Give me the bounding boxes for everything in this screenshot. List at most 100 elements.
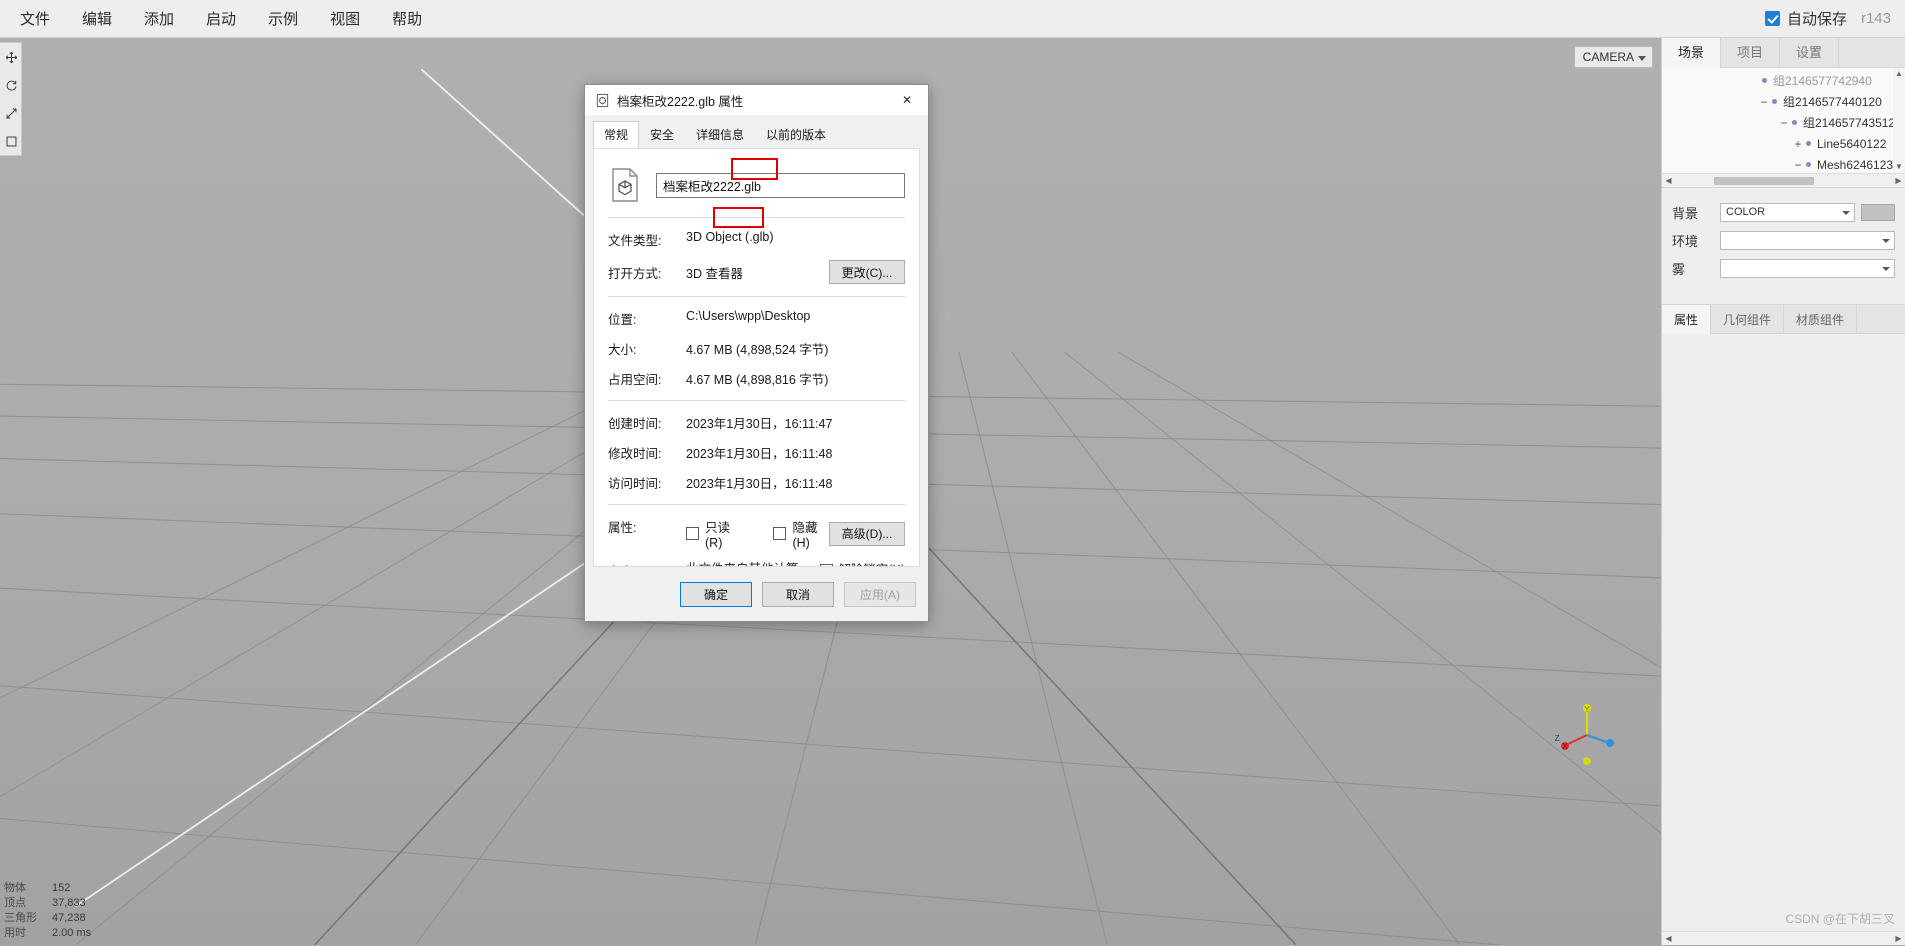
divider (608, 504, 905, 505)
gizmo-axis-z-label: Z (1555, 734, 1560, 743)
hidden-checkbox[interactable] (773, 527, 787, 540)
close-icon[interactable]: ✕ (886, 85, 928, 115)
tab-general[interactable]: 常规 (593, 121, 640, 148)
camera-select-value: CAMERA (1582, 50, 1634, 64)
file-properties-dialog[interactable]: 档案柜改2222.glb 属性 ✕ 常规 安全 详细信息 以前的版本 档案柜改2… (584, 84, 929, 622)
menu-item-play[interactable]: 启动 (190, 2, 252, 35)
menu-item-examples[interactable]: 示例 (252, 2, 314, 35)
file-name-input[interactable]: 档案柜改2222.glb (656, 172, 905, 198)
tab-object-properties[interactable]: 属性 (1662, 305, 1712, 335)
size-value: 4.67 MB (4,898,524 字节) (686, 343, 829, 357)
version-label: r143 (1860, 10, 1891, 27)
dialog-title-bar[interactable]: 档案柜改2222.glb 属性 ✕ (585, 85, 928, 115)
node-dot-icon (1762, 78, 1767, 83)
environment-select[interactable] (1720, 230, 1895, 250)
object-panel-content (1662, 334, 1905, 931)
tree-node-label: 组2146577440120 (1783, 95, 1882, 109)
scroll-up-icon[interactable]: ▲ (1895, 68, 1903, 80)
scroll-right-icon[interactable]: ▶ (1892, 176, 1905, 185)
box-select-tool-icon[interactable] (0, 127, 22, 155)
opens-with-value: 3D 查看器 (686, 266, 743, 281)
unblock-label: 解除锁定(K) (838, 562, 905, 566)
scroll-left-icon[interactable]: ◀ (1662, 934, 1675, 943)
scene-outliner[interactable]: 组2146577742940 − 组2146577440120 − 组21465… (1662, 68, 1905, 188)
security-text: 此文件来自其他计算机，可能被阻止 以帮助保护该计算机。 (686, 561, 814, 566)
tree-expander[interactable]: − (1792, 158, 1804, 172)
tab-security[interactable]: 安全 (639, 121, 686, 148)
advanced-button[interactable]: 高级(D)... (829, 521, 905, 546)
row-size-on-disk: 占用空间: 4.67 MB (4,898,816 字节) (608, 369, 905, 388)
apply-button[interactable]: 应用(A) (844, 581, 916, 607)
autosave-checkbox-icon[interactable] (1764, 11, 1780, 26)
tab-previous-versions[interactable]: 以前的版本 (755, 121, 838, 148)
change-button[interactable]: 更改(C)... (829, 260, 905, 284)
stat-triangles: 三角形 47,238 (4, 911, 91, 926)
scroll-right-icon[interactable]: ▶ (1892, 934, 1905, 943)
stat-vertices: 顶点 37,833 (4, 896, 91, 911)
tab-details[interactable]: 详细信息 (685, 121, 756, 148)
tab-scene[interactable]: 场景 (1662, 38, 1722, 68)
menu-item-help[interactable]: 帮助 (376, 2, 438, 35)
tree-row[interactable]: − Mesh6246123 (1662, 154, 1905, 175)
scroll-down-icon[interactable]: ▼ (1895, 161, 1903, 173)
object-panel-tabs: 属性 几何组件 材质组件 (1662, 304, 1905, 335)
camera-select[interactable]: CAMERA (1573, 46, 1653, 68)
fog-select[interactable] (1720, 258, 1895, 278)
node-dot-icon (1806, 162, 1811, 167)
divider (608, 400, 905, 401)
menu-item-edit[interactable]: 编辑 (66, 2, 128, 35)
hidden-label: 隐藏(H) (792, 521, 818, 550)
stat-vertices-key: 顶点 (4, 897, 26, 909)
ok-button[interactable]: 确定 (680, 581, 752, 607)
scale-tool-icon[interactable] (0, 99, 22, 127)
editor-root: 文件 编辑 添加 启动 示例 视图 帮助 自动保存 r143 CAMERA 物体… (0, 0, 1905, 945)
right-panel-tabs: 场景 项目 设置 (1662, 38, 1905, 68)
tree-row[interactable]: − 组214657743512 (1662, 112, 1905, 133)
stat-triangles-key: 三角形 (4, 912, 37, 924)
glb-file-icon (608, 165, 642, 205)
translate-tool-icon[interactable] (0, 43, 22, 71)
menu-item-view[interactable]: 视图 (314, 2, 376, 35)
scroll-left-icon[interactable]: ◀ (1662, 176, 1675, 185)
tree-expander[interactable]: − (1758, 95, 1770, 109)
outliner-vertical-scrollbar[interactable]: ▲ ▼ (1893, 68, 1905, 173)
scrollbar-track[interactable] (1675, 932, 1892, 946)
row-size: 大小: 4.67 MB (4,898,524 字节) (608, 339, 905, 358)
background-select[interactable]: COLOR (1720, 202, 1855, 222)
location-value: C:\Users\wpp\Desktop (686, 309, 811, 323)
security-label: 安全: (608, 561, 686, 566)
scrollbar-track[interactable] (1675, 174, 1892, 188)
rotate-tool-icon[interactable] (0, 71, 22, 99)
editor-body: CAMERA 物体 152 顶点 37,833 三角形 47,238 用时 2.… (0, 38, 1905, 945)
accessed-label: 访问时间: (608, 477, 662, 491)
cancel-button[interactable]: 取消 (762, 581, 834, 607)
scrollbar-thumb[interactable] (1714, 176, 1814, 185)
tab-project[interactable]: 项目 (1721, 38, 1781, 68)
unblock-group: 解除锁定(K) (820, 561, 905, 566)
file-properties-icon (596, 93, 609, 107)
outliner-horizontal-scrollbar[interactable]: ◀ ▶ (1662, 173, 1905, 187)
tree-expander[interactable]: + (1792, 137, 1804, 151)
node-dot-icon (1792, 120, 1797, 125)
tree-row[interactable]: − 组2146577440120 (1662, 91, 1905, 112)
tab-material[interactable]: 材质组件 (1784, 305, 1858, 335)
accessed-value: 2023年1月30日，16:11:48 (686, 477, 833, 491)
menu-item-file[interactable]: 文件 (4, 2, 66, 35)
security-text-line1: 此文件来自其他计算机，可能被阻止 (686, 561, 814, 566)
watermark: CSDN @在下胡三叉 (1785, 912, 1895, 926)
tree-row[interactable]: 组2146577742940 (1662, 70, 1905, 91)
background-color-swatch[interactable] (1861, 203, 1895, 221)
menu-item-add[interactable]: 添加 (128, 2, 190, 35)
node-dot-icon (1772, 99, 1777, 104)
file-type-label: 文件类型: (608, 234, 662, 248)
readonly-checkbox[interactable] (686, 527, 699, 540)
autosave-toggle[interactable]: 自动保存 (1764, 8, 1847, 29)
right-panel-bottom-scrollbar[interactable]: ◀ ▶ (1662, 931, 1905, 945)
axis-gizmo[interactable]: Y X Z (1555, 701, 1619, 765)
tab-settings[interactable]: 设置 (1780, 38, 1840, 68)
unblock-checkbox[interactable] (820, 564, 834, 566)
tree-expander[interactable]: − (1778, 116, 1790, 130)
tree-row[interactable]: + Line5640122 (1662, 133, 1905, 154)
right-panel: 场景 项目 设置 组2146577742940 − 组2146577440120 (1661, 38, 1905, 945)
tab-geometry[interactable]: 几何组件 (1711, 305, 1785, 335)
